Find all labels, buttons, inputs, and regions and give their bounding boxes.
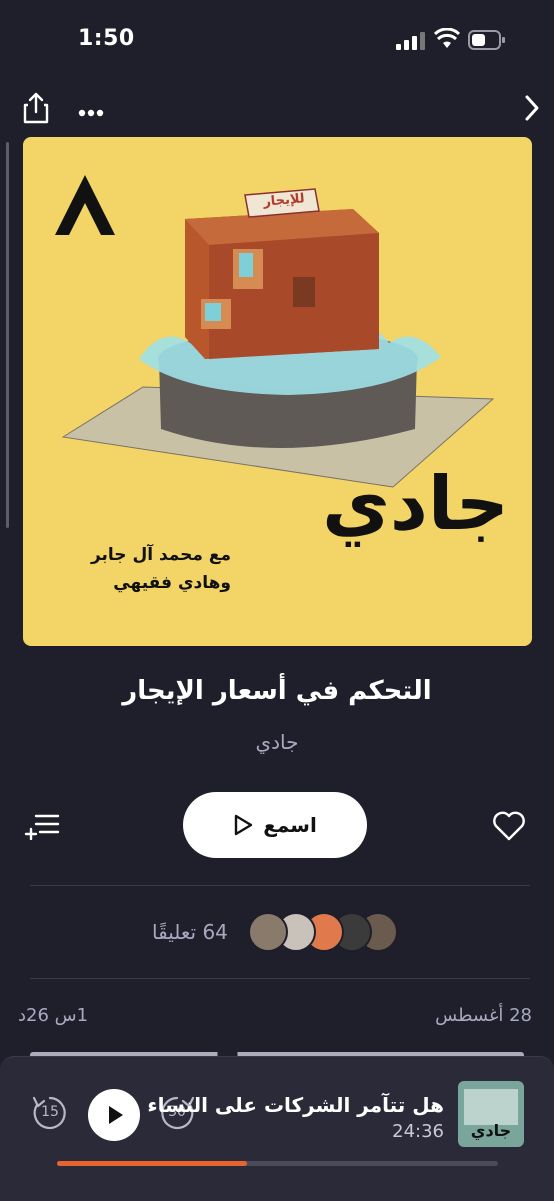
mini-player-title: هل تتآمر الشركات على النساء	[147, 1093, 444, 1117]
skip-back-icon[interactable]: 15	[30, 1093, 70, 1137]
share-icon[interactable]	[22, 92, 50, 128]
episode-title: التحكم في أسعار الإيجار	[122, 676, 432, 706]
comments-count: 64 تعليقًا	[152, 920, 228, 944]
cellular-signal-icon	[396, 32, 426, 50]
status-time: 1:50	[78, 26, 135, 51]
comments-row[interactable]: 64 تعليقًا	[0, 906, 554, 958]
skip-back-seconds: 15	[41, 1104, 59, 1120]
commenter-avatars	[248, 912, 398, 954]
play-icon	[235, 814, 253, 836]
mini-play-button[interactable]	[88, 1089, 140, 1141]
mini-thumb-text: جادي	[470, 1121, 512, 1140]
show-name-link[interactable]: جادي	[0, 730, 554, 754]
scroll-indicator	[6, 142, 9, 528]
play-button[interactable]: اسمع	[183, 792, 367, 858]
heart-icon[interactable]	[492, 810, 526, 846]
artwork-hosts-line2: وهادي فقيهي	[113, 573, 231, 593]
episode-artwork: للإيجار جادي مع محمد آل جابر وهادي فقيهي	[23, 137, 532, 646]
play-icon	[109, 1106, 123, 1124]
mini-player-time: 24:36	[392, 1121, 444, 1142]
add-to-queue-icon[interactable]	[24, 812, 60, 844]
chevron-right-icon[interactable]	[524, 94, 540, 126]
play-button-label: اسمع	[263, 813, 317, 837]
episode-date: 28 أغسطس	[435, 1005, 532, 1026]
battery-icon	[468, 30, 506, 50]
divider	[30, 978, 530, 979]
artwork-logo-text: جادي	[322, 461, 509, 547]
more-options-icon[interactable]	[78, 102, 104, 121]
divider	[30, 885, 530, 886]
playback-progress-fill	[57, 1161, 247, 1166]
avatar	[248, 912, 288, 952]
artwork-hosts-line1: مع محمد آل جابر	[90, 545, 231, 565]
playback-progress[interactable]	[57, 1161, 498, 1166]
mini-player[interactable]: 15 30 هل تتآمر الشركات على النساء 24:36 …	[0, 1056, 554, 1201]
episode-duration: 1س 26د	[18, 1005, 89, 1026]
wifi-icon	[433, 27, 461, 50]
mini-player-artwork: جادي	[458, 1081, 524, 1147]
